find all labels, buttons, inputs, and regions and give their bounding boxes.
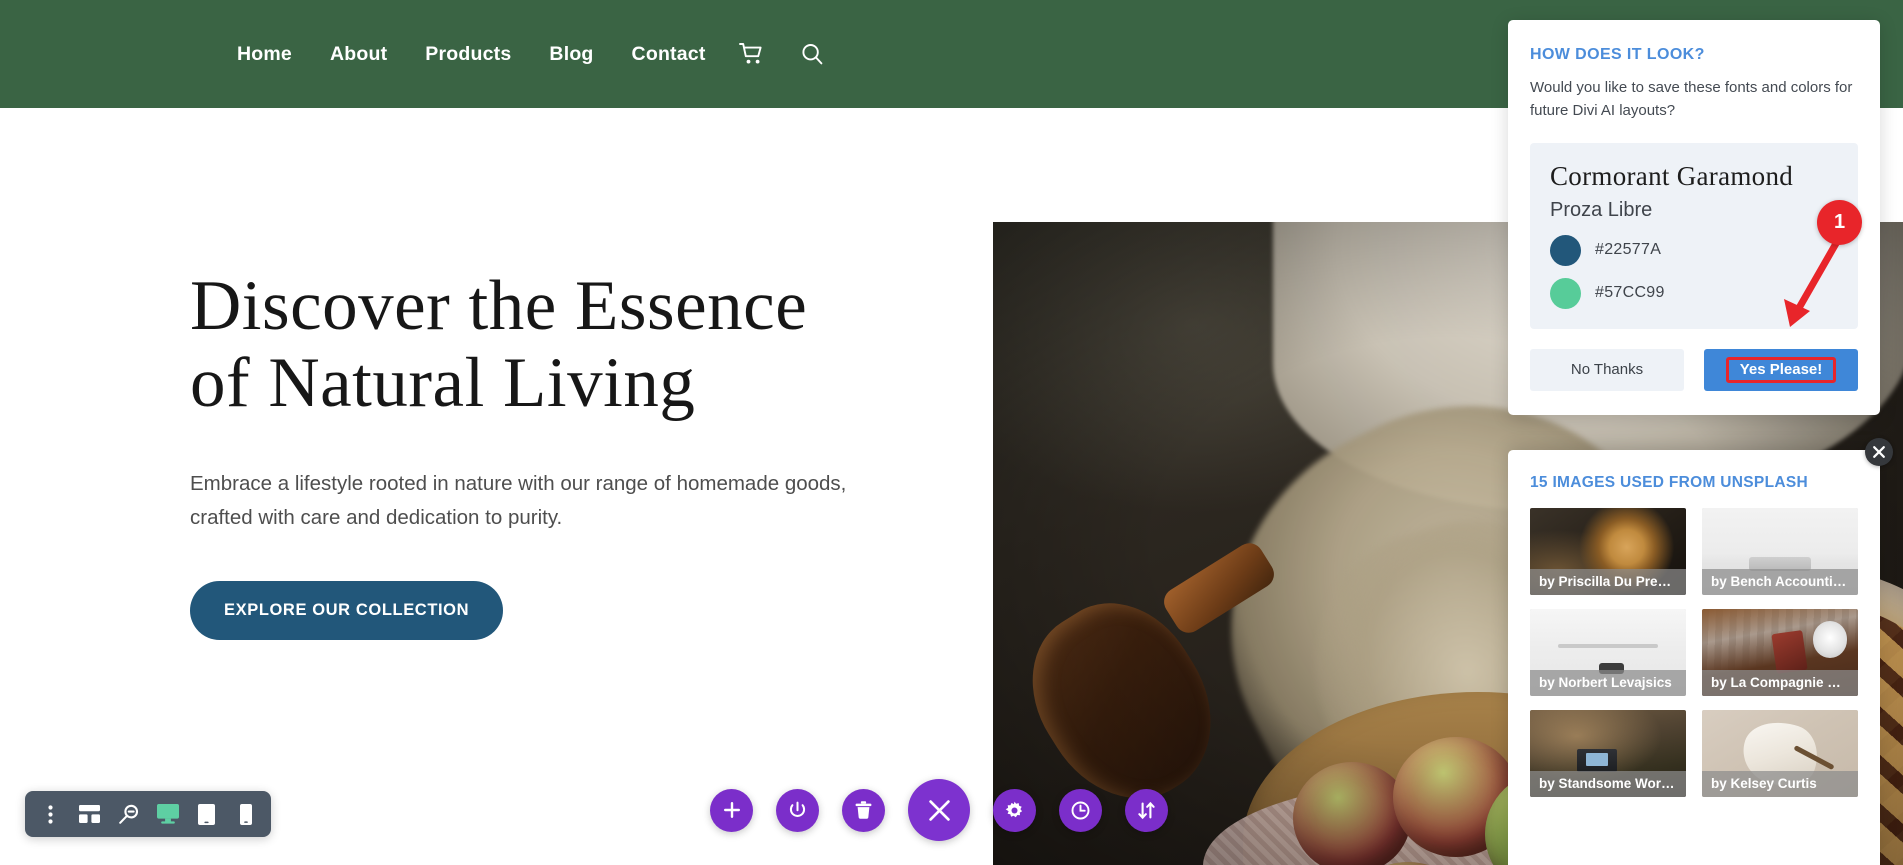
secondary-color-swatch	[1550, 277, 1581, 309]
nav-item-home[interactable]: Home	[218, 0, 311, 108]
close-icon[interactable]	[1865, 438, 1893, 466]
more-options-icon[interactable]	[31, 791, 70, 837]
phone-view-icon[interactable]	[226, 791, 265, 837]
wireframe-icon[interactable]	[70, 791, 109, 837]
hero-text-block: Discover the Essence of Natural Living E…	[190, 268, 910, 640]
unsplash-thumbnail[interactable]: by Priscilla Du Preez ...	[1530, 508, 1686, 595]
hero-heading-line-2: of Natural Living	[190, 343, 696, 422]
annotation-step-badge: 1	[1817, 200, 1862, 245]
builder-mini-toolbar	[25, 791, 271, 837]
primary-navigation: Home About Products Blog Contact	[218, 0, 831, 108]
unsplash-credits-panel: 15 IMAGES USED FROM UNSPLASH by Priscill…	[1508, 450, 1880, 865]
nav-item-about[interactable]: About	[311, 0, 406, 108]
primary-color-hex: #22577A	[1595, 241, 1662, 259]
close-builder-button[interactable]	[908, 779, 970, 841]
settings-button[interactable]	[993, 788, 1036, 832]
thumbnail-caption: by Norbert Levajsics	[1530, 670, 1686, 696]
yes-please-label: Yes Please!	[1725, 356, 1837, 384]
ai-popup-title: HOW DOES IT LOOK?	[1530, 46, 1705, 63]
secondary-color-hex: #57CC99	[1595, 284, 1665, 302]
thumbnail-caption: by La Compagnie Ro...	[1702, 670, 1858, 696]
nav-item-products[interactable]: Products	[406, 0, 530, 108]
screen-root: Home About Products Blog Contact Discove…	[0, 0, 1903, 865]
heading-font-name: Cormorant Garamond	[1550, 160, 1794, 191]
zoom-out-icon[interactable]	[109, 791, 148, 837]
no-thanks-button[interactable]: No Thanks	[1530, 348, 1684, 391]
nav-item-blog[interactable]: Blog	[530, 0, 612, 108]
builder-action-bar	[710, 779, 1168, 841]
desktop-view-icon[interactable]	[148, 791, 187, 837]
shopping-cart-icon[interactable]	[733, 0, 771, 108]
delete-button[interactable]	[842, 788, 885, 832]
unsplash-thumbnail[interactable]: by Bench Accounting	[1702, 508, 1858, 595]
hero-paragraph: Embrace a lifestyle rooted in nature wit…	[190, 472, 847, 529]
explore-collection-button[interactable]: EXPLORE OUR COLLECTION	[190, 580, 504, 640]
unsplash-thumbnail[interactable]: by Kelsey Curtis	[1702, 710, 1858, 797]
unsplash-thumbnail[interactable]: by Standsome Workl...	[1530, 710, 1686, 797]
add-section-button[interactable]	[710, 788, 753, 832]
tablet-view-icon[interactable]	[187, 791, 226, 837]
hero-heading-line-1: Discover the Essence	[190, 267, 808, 345]
unsplash-thumbnail[interactable]: by Norbert Levajsics	[1530, 609, 1686, 696]
thumbnail-caption: by Kelsey Curtis	[1702, 771, 1858, 797]
ai-style-preview-card: Cormorant Garamond Proza Libre #22577A #…	[1530, 142, 1858, 329]
search-icon[interactable]	[793, 0, 831, 108]
page-title: Discover the Essence of Natural Living	[190, 268, 910, 421]
unsplash-panel-title: 15 IMAGES USED FROM UNSPLASH	[1530, 474, 1808, 491]
unsplash-thumbnail-grid: by Priscilla Du Preez ... by Bench Accou…	[1530, 508, 1858, 797]
thumbnail-caption: by Priscilla Du Preez ...	[1530, 569, 1686, 595]
ai-popup-actions: No Thanks Yes Please!	[1530, 348, 1858, 391]
color-swatch-row: #57CC99	[1550, 277, 1838, 309]
thumbnail-caption: by Standsome Workl...	[1530, 771, 1686, 797]
color-swatch-row: #22577A	[1550, 234, 1838, 266]
save-button[interactable]	[776, 788, 819, 832]
body-font-name: Proza Libre	[1550, 198, 1653, 221]
primary-color-swatch	[1550, 234, 1581, 266]
ai-popup-subtitle: Would you like to save these fonts and c…	[1530, 79, 1853, 119]
responsive-toggle-button[interactable]	[1125, 788, 1168, 832]
nav-item-contact[interactable]: Contact	[613, 0, 725, 108]
yes-please-button[interactable]: Yes Please!	[1704, 348, 1858, 391]
unsplash-thumbnail[interactable]: by La Compagnie Ro...	[1702, 609, 1858, 696]
history-button[interactable]	[1059, 788, 1102, 832]
thumbnail-caption: by Bench Accounting	[1702, 569, 1858, 595]
